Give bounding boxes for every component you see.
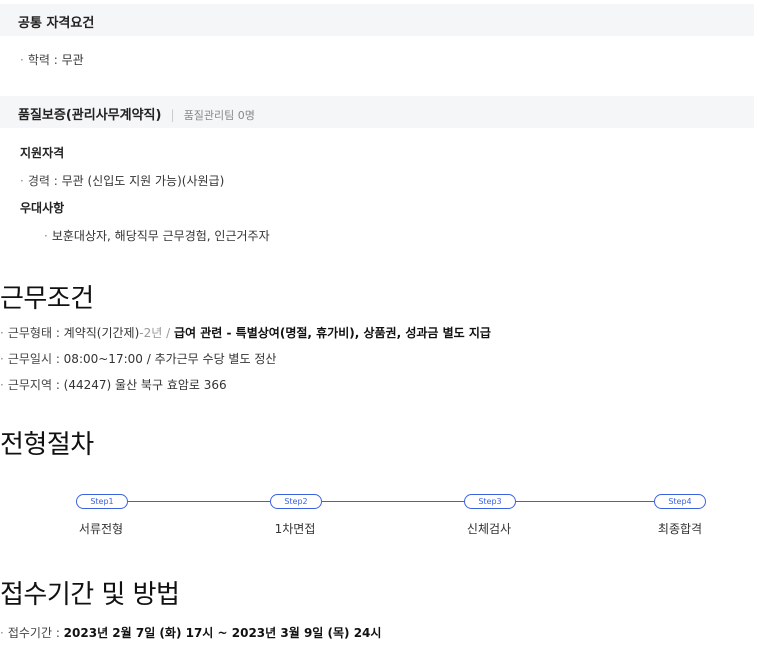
career-row: · 경력 : 무관 (신입도 지원 가능)(사원급) [20,174,225,188]
preference-heading: 우대사항 [20,201,65,215]
step-connector [320,501,464,502]
team-info: 품질관리팀 0명 [183,109,255,122]
position-title: 품질보증(관리사무계약직) [18,108,162,123]
bullet: · [0,626,4,640]
work-location-value: (44247) 울산 북구 효암로 366 [63,378,227,392]
preference-value: 보훈대상자, 해당직무 근무경험, 인근거주자 [51,229,270,243]
education-value: 무관 [61,53,84,67]
separator: | [170,108,175,122]
education-label: 학력 [27,53,50,67]
step-badge-4: Step4 [654,494,706,509]
preference-row: · 보훈대상자, 해당직무 근무경험, 인근거주자 [44,227,270,244]
application-period-row: · 접수기간 : 2023년 2월 7일 (화) 17시 ~ 2023년 3월 9… [0,626,382,640]
step-label-1: 서류전형 [78,522,124,536]
bullet: · [0,378,4,392]
salary-info: 급여 관련 - 특별상여(명절, 휴가비), 상품권, 성과금 별도 지급 [174,326,491,340]
career-label: 경력 [27,174,50,188]
employment-type-row: · 근무형태 : 계약직(기간제)-2년 / 급여 관련 - 특별상여(명절, 휴… [0,326,491,340]
step-connector [514,501,654,502]
step-connector [126,501,270,502]
bullet: · [44,229,48,243]
work-location-label: 근무지역 [7,378,52,392]
common-requirements-header: 공통 자격요건 [0,4,754,36]
step-label-3: 신체검사 [466,522,512,536]
step-badge-1: Step1 [76,494,128,509]
bullet: · [20,174,24,188]
employment-type-value: 계약직(기간제) [63,326,140,340]
work-hours-label: 근무일시 [7,352,52,366]
conditions-title: 근무조건 [0,284,94,314]
work-hours-row: · 근무일시 : 08:00~17:00 / 추가근무 수당 별도 정산 [0,352,277,366]
bullet: · [0,326,4,340]
step-label-2: 1차면접 [274,522,316,536]
process-title: 전형절차 [0,430,94,460]
application-period-value: 2023년 2월 7일 (화) 17시 ~ 2023년 3월 9일 (목) 24… [63,626,382,640]
work-hours-value: 08:00~17:00 / 추가근무 수당 별도 정산 [63,352,277,366]
application-title: 접수기간 및 방법 [0,580,180,610]
position-header: 품질보증(관리사무계약직) | 품질관리팀 0명 [0,96,754,128]
work-location-row: · 근무지역 : (44247) 울산 북구 효암로 366 [0,378,227,392]
employment-period: -2년 [139,326,163,340]
qualification-heading: 지원자격 [20,146,65,160]
employment-type-label: 근무형태 [7,326,52,340]
step-label-4: 최종합격 [657,522,703,536]
bullet: · [0,352,4,366]
step-badge-3: Step3 [464,494,516,509]
education-row: · 학력 : 무관 [20,53,84,67]
step-badge-2: Step2 [270,494,322,509]
career-value: 무관 (신입도 지원 가능)(사원급) [61,174,225,188]
application-period-label: 접수기간 [7,626,52,640]
common-requirements-title: 공통 자격요건 [18,16,95,31]
bullet: · [20,53,24,67]
